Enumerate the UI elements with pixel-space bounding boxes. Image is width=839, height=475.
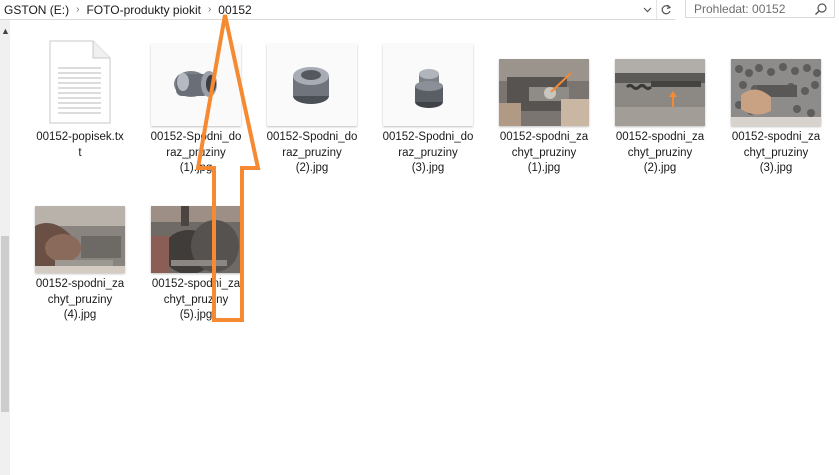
image-thumbnail [499, 59, 589, 126]
search-icon[interactable] [814, 2, 828, 16]
file-label: 00152-spodni_za chyt_pruziny (1).jpg [499, 131, 589, 174]
address-bar[interactable]: GSTON (E:) › FOTO-produkty piokit › 0015… [0, 0, 675, 20]
file-label: 00152-spodni_za chyt_pruziny (2).jpg [615, 131, 705, 174]
breadcrumb-separator[interactable]: › [73, 4, 82, 15]
image-thumbnail [615, 59, 705, 126]
file-label: 00152-Spodni_do raz_pruziny (3).jpg [382, 131, 474, 174]
image-thumbnail [731, 59, 821, 126]
image-thumbnail [267, 44, 357, 126]
refresh-icon[interactable] [656, 0, 675, 19]
scrollbar[interactable]: ▲ [0, 20, 10, 475]
breadcrumb-separator[interactable]: › [205, 4, 214, 15]
breadcrumb-folder[interactable]: FOTO-produkty piokit [82, 3, 204, 17]
scroll-up-icon[interactable]: ▲ [1, 26, 10, 36]
scrollbar-thumb[interactable] [1, 236, 9, 412]
search-input[interactable]: Prohledat: 00152 [685, 0, 835, 18]
file-label: 00152-Spodni_do raz_pruziny (2).jpg [266, 131, 358, 174]
file-label: 00152-spodni_za chyt_pruziny (5).jpg [151, 278, 241, 321]
image-thumbnail [151, 206, 241, 273]
file-label: 00152-spodni_za chyt_pruziny (3).jpg [731, 131, 821, 174]
search-placeholder: Prohledat: 00152 [694, 1, 786, 16]
breadcrumb-drive[interactable]: GSTON (E:) [0, 3, 73, 17]
chevron-down-icon[interactable] [639, 0, 656, 19]
image-thumbnail [383, 44, 473, 126]
breadcrumb-current[interactable]: 00152 [214, 3, 255, 17]
file-label: 00152-Spodni_do raz_pruziny (1).jpg [150, 131, 242, 174]
text-document-icon [49, 40, 111, 124]
image-thumbnail [151, 44, 241, 126]
file-label: 00152-popisek.tx t [36, 131, 124, 159]
file-label: 00152-spodni_za chyt_pruziny (4).jpg [35, 278, 125, 321]
image-thumbnail [35, 206, 125, 273]
